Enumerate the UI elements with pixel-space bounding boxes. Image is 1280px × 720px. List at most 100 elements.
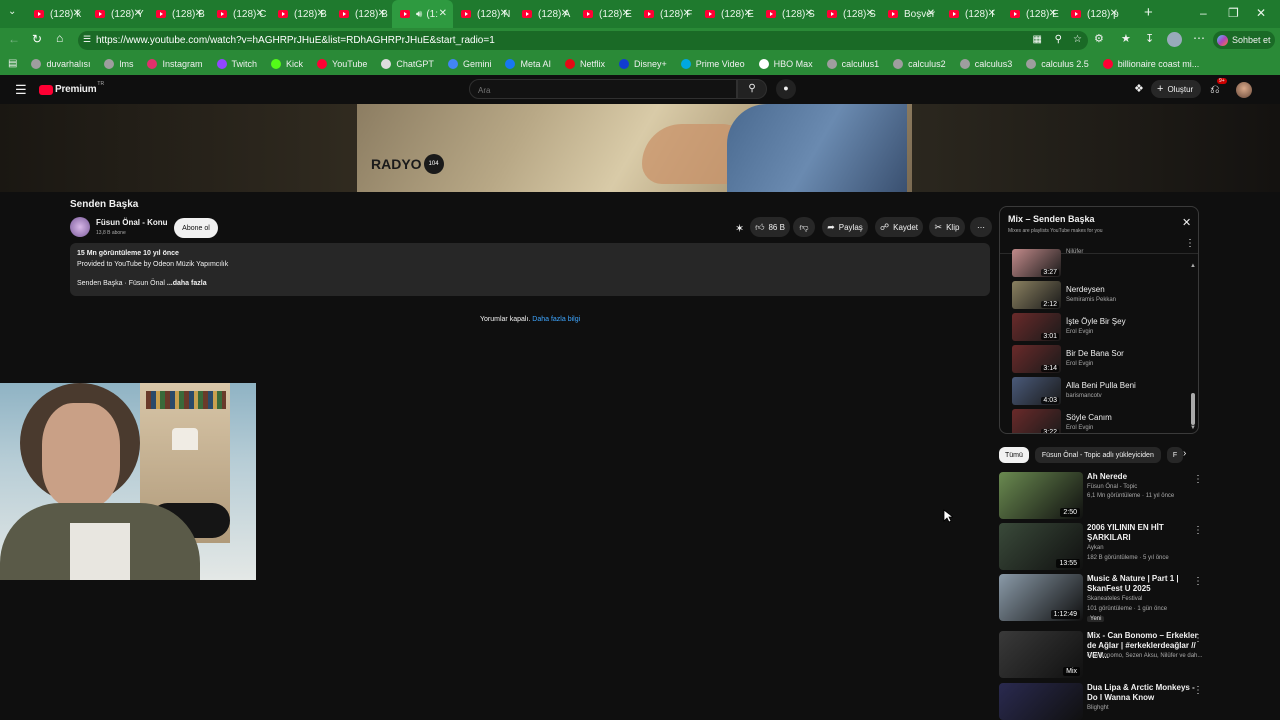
minimize-icon[interactable]: –	[1200, 6, 1207, 20]
channel-avatar[interactable]	[70, 217, 90, 237]
browser-tab[interactable]: (128) E ✕	[697, 0, 758, 28]
bookmark-item[interactable]: Twitch	[216, 58, 257, 69]
recommendation-thumbnail[interactable]: 13:55	[999, 523, 1083, 570]
browser-tab[interactable]: (128) k ✕	[26, 0, 87, 28]
close-tab-icon[interactable]: ✕	[988, 8, 996, 19]
downloads-icon[interactable]: ↧	[1145, 32, 1154, 45]
bookmark-item[interactable]: Gemini	[447, 58, 491, 69]
description-more[interactable]: ...daha fazla	[167, 280, 207, 287]
recommendation-item[interactable]: Dua Lipa & Arctic Monkeys - Do I Wanna K…	[999, 683, 1209, 720]
youtube-logo[interactable]: Premium TR	[39, 81, 104, 95]
more-vert-icon[interactable]: ⋮	[1193, 685, 1203, 696]
channel-name[interactable]: Füsun Önal - Konu	[96, 218, 168, 227]
zoom-icon[interactable]: ⚲	[1055, 34, 1062, 45]
recommendation-item[interactable]: 2:50 Ah Nerede Füsun Önal - Topic 6,1 Mn gö…	[999, 472, 1209, 520]
bookmark-item[interactable]: calculus2	[893, 58, 946, 69]
home-icon[interactable]: ⌂	[56, 31, 63, 45]
more-vert-icon[interactable]: ⋮	[1193, 576, 1203, 587]
scroll-down-icon[interactable]: ▼	[1190, 425, 1196, 431]
close-tab-icon[interactable]: ✕	[622, 8, 630, 19]
bookmark-item[interactable]: Meta AI	[505, 58, 551, 69]
recommendation-item[interactable]: 13:55 2006 YILININ EN HİT ŞARKILARI Aykan 1…	[999, 523, 1209, 571]
close-tab-icon[interactable]: ✕	[439, 8, 447, 19]
chips-next-icon[interactable]: ›	[1183, 448, 1186, 459]
browser-tab[interactable]: (128) B ✕	[270, 0, 331, 28]
copilot-button[interactable]: Sohbet et	[1213, 31, 1275, 49]
bookmark-item[interactable]: duvarhalısı	[31, 58, 90, 69]
collections-icon[interactable]: ★	[1121, 32, 1131, 45]
close-tab-icon[interactable]: ✕	[73, 8, 81, 19]
speaker-icon[interactable]: 🔊︎	[416, 9, 422, 20]
browser-tab[interactable]: 🔊︎ (1: ✕	[392, 0, 453, 28]
new-tab-button[interactable]: +	[1144, 4, 1153, 21]
mix-item[interactable]: 2:12 Nerdeysen Semiramis Pekkan	[1012, 281, 1192, 309]
save-button[interactable]: ☍ Kaydet	[875, 217, 923, 237]
chip-uploader[interactable]: Füsun Önal - Topic adlı yükleyiciden	[1034, 447, 1161, 463]
mix-item[interactable]: 3:01 İşte Öyle Bir Şey Erol Evgin	[1012, 313, 1192, 341]
url-field[interactable]: ☰ https://www.youtube.com/watch?v=hAGHRP…	[78, 31, 1088, 50]
like-button[interactable]: 👍︎ 86 B	[750, 217, 790, 237]
browser-tab[interactable]: (128) F ✕	[636, 0, 697, 28]
dislike-button[interactable]: 👎︎	[793, 217, 815, 237]
close-tab-icon[interactable]: ✕	[500, 8, 508, 19]
recommendation-item[interactable]: 1:12:49 Music & Nature | Part 1 | SkanFes…	[999, 574, 1209, 622]
extensions-icon[interactable]: ⚙	[1094, 32, 1104, 45]
share-button[interactable]: ➦ Paylaş	[822, 217, 868, 237]
bookmark-item[interactable]: calculus1	[826, 58, 879, 69]
clip-button[interactable]: ✂ Klip	[929, 217, 965, 237]
subscribe-button[interactable]: Abone ol	[174, 218, 218, 238]
profile-avatar[interactable]	[1167, 32, 1182, 47]
close-mix-icon[interactable]: ✕	[1182, 216, 1191, 229]
bookmark-item[interactable]: ChatGPT	[381, 58, 434, 69]
mix-menu-icon[interactable]: ⋮	[1185, 238, 1195, 249]
bookmark-item[interactable]: Prime Video	[680, 58, 745, 69]
browser-tab[interactable]: (128) Y ✕	[87, 0, 148, 28]
video-frame[interactable]: RADYO 104	[357, 104, 912, 192]
recommendation-channel[interactable]: Aykan	[1087, 545, 1104, 551]
close-tab-icon[interactable]: ✕	[256, 8, 264, 19]
close-tab-icon[interactable]: ✕	[1049, 8, 1057, 19]
bookmark-item[interactable]: Kick	[271, 58, 303, 69]
guide-menu-icon[interactable]: ☰	[15, 82, 27, 98]
notifications-icon[interactable]: ⎌	[1210, 82, 1220, 97]
back-icon[interactable]: ←	[8, 32, 20, 46]
comments-more-link[interactable]: Daha fazla bilgi	[532, 316, 580, 323]
description-box[interactable]: 15 Mn görüntüleme 10 yıl önce Provided t…	[70, 243, 990, 296]
more-vert-icon[interactable]: ⋮	[1193, 474, 1203, 485]
browser-tab[interactable]: (128) B ✕	[331, 0, 392, 28]
mix-item[interactable]: 4:03 Alla Beni Pulla Beni barismancotv	[1012, 377, 1192, 405]
bookmark-item[interactable]: Netflix	[564, 58, 605, 69]
close-tab-icon[interactable]: ✕	[866, 8, 874, 19]
browser-tab[interactable]: (128) S ✕	[758, 0, 819, 28]
bookmark-item[interactable]: lms	[104, 58, 133, 69]
recommendation-thumbnail[interactable]: 1:12:49	[999, 574, 1083, 621]
browser-tab[interactable]: (128) I ✕	[941, 0, 1002, 28]
browser-tab[interactable]: (128) p ✕	[1063, 0, 1124, 28]
close-tab-icon[interactable]: ✕	[683, 8, 691, 19]
site-info-icon[interactable]: ☰	[83, 34, 91, 45]
chip-all[interactable]: Tümü	[999, 447, 1029, 463]
mix-item[interactable]: 3:14 Bir De Bana Sor Erol Evgin	[1012, 345, 1192, 373]
search-box[interactable]	[469, 79, 737, 100]
bookmark-item[interactable]: HBO Max	[758, 58, 813, 69]
browser-tab[interactable]: (128) A ✕	[514, 0, 575, 28]
account-avatar[interactable]	[1236, 82, 1252, 98]
close-tab-icon[interactable]: ✕	[134, 8, 142, 19]
recommendation-thumbnail[interactable]: Mix	[999, 631, 1083, 678]
close-tab-icon[interactable]: ✕	[744, 8, 752, 19]
recommendation-thumbnail[interactable]	[999, 683, 1083, 720]
bookmark-item[interactable]: calculus3	[959, 58, 1012, 69]
more-actions-button[interactable]: ⋯	[970, 217, 992, 237]
more-vert-icon[interactable]: ⋮	[1193, 633, 1203, 644]
browser-tab[interactable]: (128) E ✕	[575, 0, 636, 28]
app-grid-icon[interactable]: ▦	[1033, 34, 1042, 45]
close-window-icon[interactable]: ✕	[1256, 6, 1266, 20]
browser-tab[interactable]: Boşver ✕	[880, 0, 941, 28]
browser-tab[interactable]: (128) C ✕	[209, 0, 270, 28]
voice-search-button[interactable]: ●	[776, 79, 796, 99]
chip-more[interactable]: F	[1166, 447, 1184, 463]
browser-tab[interactable]: (128) E ✕	[1002, 0, 1063, 28]
search-button[interactable]: ⚲	[737, 79, 767, 99]
recommendation-channel[interactable]: Skaneateles Festival	[1087, 596, 1142, 602]
scroll-up-icon[interactable]: ▲	[1190, 263, 1196, 269]
